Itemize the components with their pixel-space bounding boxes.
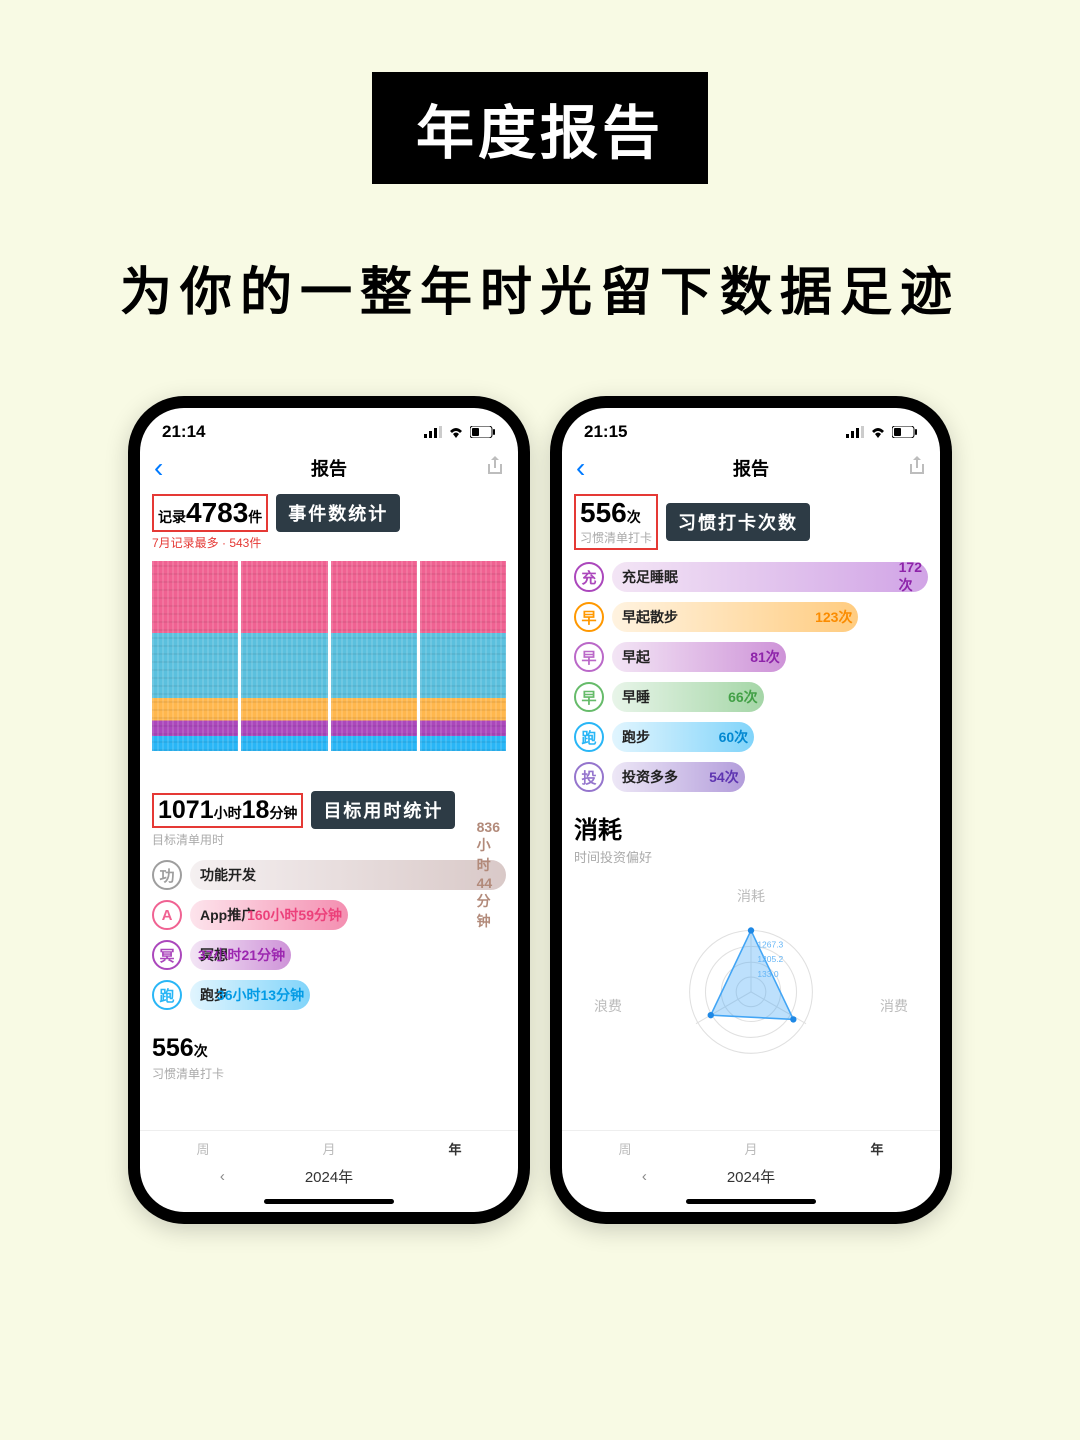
- stat-time-sub: 目标清单用时: [152, 831, 506, 848]
- svg-text:1205.2: 1205.2: [757, 954, 783, 964]
- share-button[interactable]: [486, 456, 504, 481]
- consume-section: 消耗 时间投资偏好: [574, 810, 928, 866]
- subtitle: 为你的一整年时光留下数据足迹: [0, 250, 1080, 325]
- bar-icon: 早: [574, 602, 604, 632]
- bar-label: 充足睡眠: [622, 562, 678, 592]
- bar-icon: 跑: [574, 722, 604, 752]
- stat-events-sub: 7月记录最多 · 543件: [152, 534, 506, 551]
- tab-week[interactable]: 周: [196, 1139, 209, 1158]
- stat-habit: 556次 习惯清单打卡: [574, 494, 658, 550]
- bar-value: 81次: [750, 642, 780, 672]
- prev-year-button[interactable]: ‹: [642, 1168, 647, 1185]
- tab-year[interactable]: 年: [448, 1139, 461, 1158]
- status-bar: 21:14: [140, 408, 518, 446]
- svg-text:133.0: 133.0: [757, 969, 778, 979]
- nav-title: 报告: [733, 455, 769, 481]
- signal-icon: [846, 426, 864, 438]
- bar-row[interactable]: 充 充足睡眠 172次: [574, 562, 928, 592]
- period-tabs: 周 月 年: [562, 1130, 940, 1160]
- prev-year-button[interactable]: ‹: [220, 1168, 225, 1185]
- label-events: 事件数统计: [276, 494, 400, 532]
- bar-row[interactable]: 早 早睡 66次: [574, 682, 928, 712]
- wifi-icon: [870, 426, 886, 438]
- stat-time: 1071小时18分钟: [152, 793, 303, 828]
- signal-icon: [424, 426, 442, 438]
- bar-value: 37小时21分钟: [198, 940, 285, 970]
- stat-events: 记录4783件: [152, 494, 268, 532]
- consume-subtitle: 时间投资偏好: [574, 847, 928, 866]
- bar-value: 123次: [815, 602, 852, 632]
- tab-month[interactable]: 月: [744, 1139, 757, 1158]
- back-button[interactable]: ‹: [576, 454, 585, 482]
- bar-icon: 充: [574, 562, 604, 592]
- radar-chart[interactable]: 消耗 浪费 消费 1267.3 1205.2 133.: [574, 886, 928, 1066]
- bar-value: 60次: [719, 722, 749, 752]
- nav-title: 报告: [311, 455, 347, 481]
- share-button[interactable]: [908, 456, 926, 481]
- home-indicator: [264, 1199, 394, 1204]
- year-label[interactable]: 2024年: [727, 1166, 775, 1187]
- bar-label: 早起: [622, 642, 650, 672]
- battery-icon: [470, 426, 496, 438]
- radar-label-top: 消耗: [737, 886, 765, 906]
- bar-icon: 早: [574, 682, 604, 712]
- bar-icon: 冥: [152, 940, 182, 970]
- bar-label: 早起散步: [622, 602, 678, 632]
- consume-title: 消耗: [574, 810, 928, 845]
- bar-row[interactable]: 跑 跑步 36小时13分钟: [152, 980, 506, 1010]
- bar-row[interactable]: 冥 冥想 37小时21分钟: [152, 940, 506, 970]
- label-habit: 习惯打卡次数: [666, 503, 810, 541]
- bar-row[interactable]: 投 投资多多 54次: [574, 762, 928, 792]
- tab-week[interactable]: 周: [618, 1139, 631, 1158]
- svg-text:1267.3: 1267.3: [757, 939, 783, 949]
- label-time: 目标用时统计: [311, 791, 455, 829]
- year-label[interactable]: 2024年: [305, 1166, 353, 1187]
- battery-icon: [892, 426, 918, 438]
- status-icons: [846, 426, 918, 438]
- bar-row[interactable]: 早 早起 81次: [574, 642, 928, 672]
- bar-value: 36小时13分钟: [217, 980, 304, 1010]
- bar-label: 早睡: [622, 682, 650, 712]
- bar-label: 功能开发: [200, 860, 256, 890]
- heatmap-chart[interactable]: [152, 561, 506, 751]
- period-tabs: 周 月 年: [140, 1130, 518, 1160]
- bar-row[interactable]: 早 早起散步 123次: [574, 602, 928, 632]
- share-icon: [486, 456, 504, 476]
- home-indicator: [686, 1199, 816, 1204]
- status-bar: 21:15: [562, 408, 940, 446]
- bar-icon: 早: [574, 642, 604, 672]
- bar-value: 54次: [709, 762, 739, 792]
- bar-label: 投资多多: [622, 762, 678, 792]
- title-badge: 年度报告: [372, 72, 708, 184]
- bar-icon: 跑: [152, 980, 182, 1010]
- radar-label-right: 消费: [880, 996, 908, 1016]
- bar-value: 172次: [899, 562, 922, 592]
- bar-row[interactable]: 跑 跑步 60次: [574, 722, 928, 752]
- stat-habit: 556次: [152, 1034, 506, 1063]
- bar-icon: 投: [574, 762, 604, 792]
- bar-row[interactable]: 功 功能开发 836小时44分钟: [152, 860, 506, 890]
- wifi-icon: [448, 426, 464, 438]
- stat-habit-sub: 习惯清单打卡: [152, 1065, 506, 1082]
- bar-label: 跑步: [622, 722, 650, 752]
- nav-bar: ‹ 报告: [140, 446, 518, 490]
- back-button[interactable]: ‹: [154, 454, 163, 482]
- phone-left: 21:14 ‹ 报告: [128, 396, 530, 1224]
- share-icon: [908, 456, 926, 476]
- bar-row[interactable]: A App推广 160小时59分钟: [152, 900, 506, 930]
- phone-right: 21:15 ‹ 报告: [550, 396, 952, 1224]
- tab-year[interactable]: 年: [870, 1139, 883, 1158]
- bar-value: 160小时59分钟: [247, 900, 342, 930]
- status-time: 21:15: [584, 422, 627, 442]
- status-time: 21:14: [162, 422, 205, 442]
- bar-icon: A: [152, 900, 182, 930]
- nav-bar: ‹ 报告: [562, 446, 940, 490]
- bar-value: 66次: [728, 682, 758, 712]
- radar-label-left: 浪费: [594, 996, 622, 1016]
- bar-value: 836小时44分钟: [477, 860, 500, 890]
- tab-month[interactable]: 月: [322, 1139, 335, 1158]
- bar-icon: 功: [152, 860, 182, 890]
- status-icons: [424, 426, 496, 438]
